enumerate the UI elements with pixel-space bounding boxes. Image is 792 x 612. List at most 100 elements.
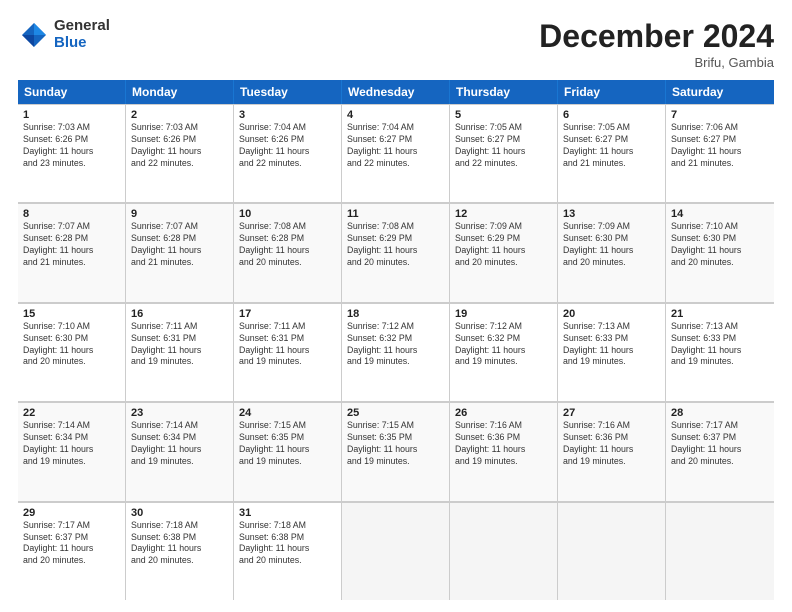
- calendar-cell: 23Sunrise: 7:14 AM Sunset: 6:34 PM Dayli…: [126, 402, 234, 500]
- logo-blue: Blue: [54, 35, 110, 52]
- calendar-row-3: 22Sunrise: 7:14 AM Sunset: 6:34 PM Dayli…: [18, 402, 774, 501]
- calendar-cell: 13Sunrise: 7:09 AM Sunset: 6:30 PM Dayli…: [558, 203, 666, 301]
- day-number: 23: [131, 407, 228, 419]
- calendar-cell: 1Sunrise: 7:03 AM Sunset: 6:26 PM Daylig…: [18, 104, 126, 202]
- calendar-cell: 19Sunrise: 7:12 AM Sunset: 6:32 PM Dayli…: [450, 303, 558, 401]
- day-number: 12: [455, 208, 552, 220]
- header-day-sunday: Sunday: [18, 80, 126, 104]
- calendar-cell: 10Sunrise: 7:08 AM Sunset: 6:28 PM Dayli…: [234, 203, 342, 301]
- day-number: 16: [131, 308, 228, 320]
- calendar-body: 1Sunrise: 7:03 AM Sunset: 6:26 PM Daylig…: [18, 104, 774, 600]
- day-info: Sunrise: 7:17 AM Sunset: 6:37 PM Dayligh…: [23, 520, 120, 568]
- header-day-monday: Monday: [126, 80, 234, 104]
- header-day-saturday: Saturday: [666, 80, 774, 104]
- day-number: 20: [563, 308, 660, 320]
- calendar-cell: 5Sunrise: 7:05 AM Sunset: 6:27 PM Daylig…: [450, 104, 558, 202]
- day-info: Sunrise: 7:15 AM Sunset: 6:35 PM Dayligh…: [347, 420, 444, 468]
- day-info: Sunrise: 7:05 AM Sunset: 6:27 PM Dayligh…: [455, 122, 552, 170]
- calendar-row-0: 1Sunrise: 7:03 AM Sunset: 6:26 PM Daylig…: [18, 104, 774, 203]
- calendar-cell: 25Sunrise: 7:15 AM Sunset: 6:35 PM Dayli…: [342, 402, 450, 500]
- day-number: 11: [347, 208, 444, 220]
- day-info: Sunrise: 7:09 AM Sunset: 6:29 PM Dayligh…: [455, 221, 552, 269]
- day-info: Sunrise: 7:14 AM Sunset: 6:34 PM Dayligh…: [131, 420, 228, 468]
- logo-general: General: [54, 18, 110, 35]
- day-number: 31: [239, 507, 336, 519]
- day-number: 7: [671, 109, 769, 121]
- day-info: Sunrise: 7:17 AM Sunset: 6:37 PM Dayligh…: [671, 420, 769, 468]
- day-number: 10: [239, 208, 336, 220]
- day-number: 8: [23, 208, 120, 220]
- logo: General Blue: [18, 18, 110, 51]
- header-day-thursday: Thursday: [450, 80, 558, 104]
- title-block: December 2024 Brifu, Gambia: [539, 18, 774, 70]
- calendar-cell: 15Sunrise: 7:10 AM Sunset: 6:30 PM Dayli…: [18, 303, 126, 401]
- day-info: Sunrise: 7:12 AM Sunset: 6:32 PM Dayligh…: [347, 321, 444, 369]
- location: Brifu, Gambia: [539, 55, 774, 70]
- day-info: Sunrise: 7:08 AM Sunset: 6:28 PM Dayligh…: [239, 221, 336, 269]
- day-number: 29: [23, 507, 120, 519]
- calendar-cell: [450, 502, 558, 600]
- page: General Blue December 2024 Brifu, Gambia…: [0, 0, 792, 612]
- calendar-cell: 31Sunrise: 7:18 AM Sunset: 6:38 PM Dayli…: [234, 502, 342, 600]
- calendar-cell: 4Sunrise: 7:04 AM Sunset: 6:27 PM Daylig…: [342, 104, 450, 202]
- day-info: Sunrise: 7:15 AM Sunset: 6:35 PM Dayligh…: [239, 420, 336, 468]
- month-title: December 2024: [539, 18, 774, 55]
- day-number: 26: [455, 407, 552, 419]
- day-info: Sunrise: 7:16 AM Sunset: 6:36 PM Dayligh…: [455, 420, 552, 468]
- logo-icon: [18, 19, 50, 51]
- calendar-header: SundayMondayTuesdayWednesdayThursdayFrid…: [18, 80, 774, 104]
- calendar-cell: 2Sunrise: 7:03 AM Sunset: 6:26 PM Daylig…: [126, 104, 234, 202]
- day-number: 17: [239, 308, 336, 320]
- day-info: Sunrise: 7:12 AM Sunset: 6:32 PM Dayligh…: [455, 321, 552, 369]
- calendar-cell: 12Sunrise: 7:09 AM Sunset: 6:29 PM Dayli…: [450, 203, 558, 301]
- day-info: Sunrise: 7:10 AM Sunset: 6:30 PM Dayligh…: [23, 321, 120, 369]
- day-info: Sunrise: 7:14 AM Sunset: 6:34 PM Dayligh…: [23, 420, 120, 468]
- calendar-cell: 26Sunrise: 7:16 AM Sunset: 6:36 PM Dayli…: [450, 402, 558, 500]
- calendar-cell: 27Sunrise: 7:16 AM Sunset: 6:36 PM Dayli…: [558, 402, 666, 500]
- day-number: 3: [239, 109, 336, 121]
- day-number: 15: [23, 308, 120, 320]
- day-number: 28: [671, 407, 769, 419]
- calendar-cell: 11Sunrise: 7:08 AM Sunset: 6:29 PM Dayli…: [342, 203, 450, 301]
- day-info: Sunrise: 7:04 AM Sunset: 6:26 PM Dayligh…: [239, 122, 336, 170]
- day-number: 6: [563, 109, 660, 121]
- day-info: Sunrise: 7:07 AM Sunset: 6:28 PM Dayligh…: [131, 221, 228, 269]
- calendar-cell: 29Sunrise: 7:17 AM Sunset: 6:37 PM Dayli…: [18, 502, 126, 600]
- day-info: Sunrise: 7:18 AM Sunset: 6:38 PM Dayligh…: [239, 520, 336, 568]
- day-number: 18: [347, 308, 444, 320]
- calendar-cell: [558, 502, 666, 600]
- day-number: 25: [347, 407, 444, 419]
- header-day-wednesday: Wednesday: [342, 80, 450, 104]
- header-day-tuesday: Tuesday: [234, 80, 342, 104]
- day-info: Sunrise: 7:06 AM Sunset: 6:27 PM Dayligh…: [671, 122, 769, 170]
- day-info: Sunrise: 7:07 AM Sunset: 6:28 PM Dayligh…: [23, 221, 120, 269]
- calendar-cell: [666, 502, 774, 600]
- day-number: 22: [23, 407, 120, 419]
- header-day-friday: Friday: [558, 80, 666, 104]
- day-info: Sunrise: 7:11 AM Sunset: 6:31 PM Dayligh…: [131, 321, 228, 369]
- day-number: 4: [347, 109, 444, 121]
- day-number: 24: [239, 407, 336, 419]
- calendar: SundayMondayTuesdayWednesdayThursdayFrid…: [18, 80, 774, 600]
- day-number: 5: [455, 109, 552, 121]
- calendar-row-4: 29Sunrise: 7:17 AM Sunset: 6:37 PM Dayli…: [18, 502, 774, 600]
- calendar-cell: 9Sunrise: 7:07 AM Sunset: 6:28 PM Daylig…: [126, 203, 234, 301]
- calendar-cell: 14Sunrise: 7:10 AM Sunset: 6:30 PM Dayli…: [666, 203, 774, 301]
- calendar-cell: 16Sunrise: 7:11 AM Sunset: 6:31 PM Dayli…: [126, 303, 234, 401]
- logo-text: General Blue: [54, 18, 110, 51]
- calendar-cell: 22Sunrise: 7:14 AM Sunset: 6:34 PM Dayli…: [18, 402, 126, 500]
- day-info: Sunrise: 7:03 AM Sunset: 6:26 PM Dayligh…: [23, 122, 120, 170]
- day-info: Sunrise: 7:05 AM Sunset: 6:27 PM Dayligh…: [563, 122, 660, 170]
- calendar-row-2: 15Sunrise: 7:10 AM Sunset: 6:30 PM Dayli…: [18, 303, 774, 402]
- day-number: 19: [455, 308, 552, 320]
- day-info: Sunrise: 7:08 AM Sunset: 6:29 PM Dayligh…: [347, 221, 444, 269]
- day-info: Sunrise: 7:09 AM Sunset: 6:30 PM Dayligh…: [563, 221, 660, 269]
- day-number: 2: [131, 109, 228, 121]
- calendar-cell: 21Sunrise: 7:13 AM Sunset: 6:33 PM Dayli…: [666, 303, 774, 401]
- day-number: 21: [671, 308, 769, 320]
- day-info: Sunrise: 7:11 AM Sunset: 6:31 PM Dayligh…: [239, 321, 336, 369]
- calendar-cell: 28Sunrise: 7:17 AM Sunset: 6:37 PM Dayli…: [666, 402, 774, 500]
- day-info: Sunrise: 7:03 AM Sunset: 6:26 PM Dayligh…: [131, 122, 228, 170]
- day-info: Sunrise: 7:04 AM Sunset: 6:27 PM Dayligh…: [347, 122, 444, 170]
- day-info: Sunrise: 7:10 AM Sunset: 6:30 PM Dayligh…: [671, 221, 769, 269]
